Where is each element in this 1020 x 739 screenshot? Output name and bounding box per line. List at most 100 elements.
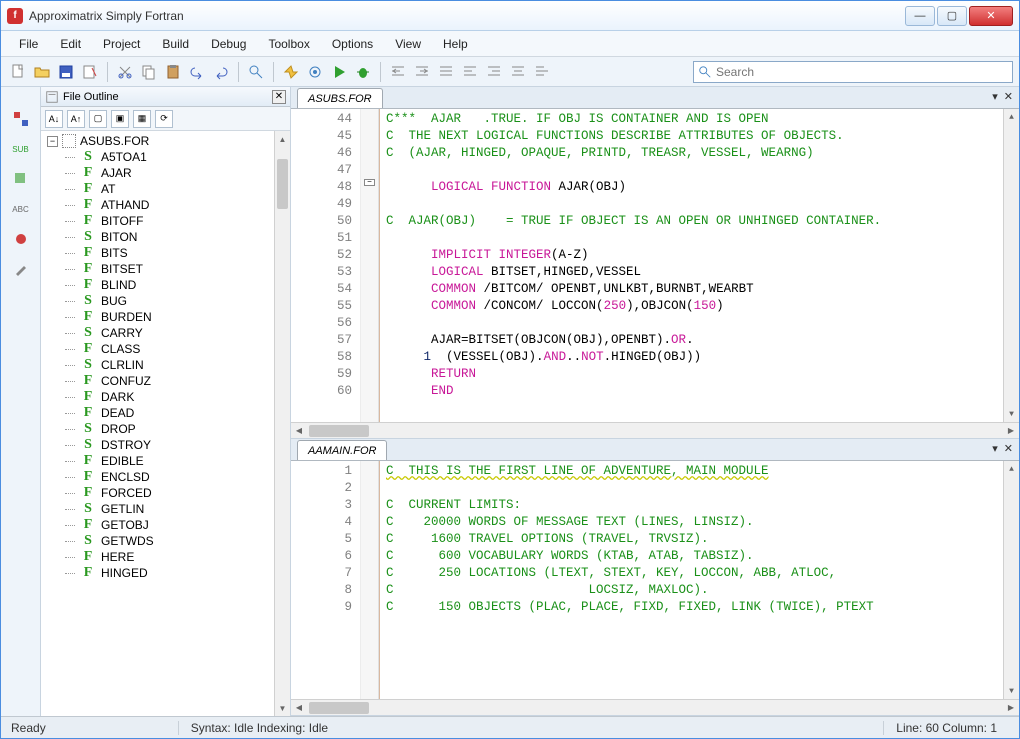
editor-hscroll[interactable]: ◀▶ — [291, 422, 1019, 438]
tree-item[interactable]: FATHAND — [41, 197, 290, 213]
find-button[interactable] — [245, 61, 267, 83]
subroutine-icon: S — [81, 358, 95, 372]
tree-item[interactable]: FCLASS — [41, 341, 290, 357]
menu-help[interactable]: Help — [433, 34, 478, 54]
tree-item[interactable]: FDARK — [41, 389, 290, 405]
format-2-button[interactable] — [459, 61, 481, 83]
new-file-button[interactable] — [7, 61, 29, 83]
menu-project[interactable]: Project — [93, 34, 150, 54]
menu-edit[interactable]: Edit — [50, 34, 91, 54]
tab-aamain[interactable]: AAMAIN.FOR — [297, 440, 387, 460]
rail-breakpoint-icon[interactable] — [11, 229, 31, 249]
tree-item[interactable]: SDROP — [41, 421, 290, 437]
rail-puzzle-icon[interactable] — [11, 169, 31, 189]
run-button[interactable] — [328, 61, 350, 83]
tab-close-icon[interactable]: ✕ — [1004, 442, 1013, 455]
maximize-button[interactable]: ▢ — [937, 6, 967, 26]
redo-button[interactable] — [210, 61, 232, 83]
clean-button[interactable] — [280, 61, 302, 83]
tree-item[interactable]: FBITSET — [41, 261, 290, 277]
search-box[interactable] — [693, 61, 1013, 83]
tree-root[interactable]: − ASUBS.FOR — [41, 133, 290, 149]
status-position: Line: 60 Column: 1 — [883, 721, 1009, 735]
tree-item[interactable]: SBITON — [41, 229, 290, 245]
function-icon: F — [81, 166, 95, 180]
editor-hscroll[interactable]: ◀▶ — [291, 699, 1019, 715]
format-3-button[interactable] — [483, 61, 505, 83]
statusbar: Ready Syntax: Idle Indexing: Idle Line: … — [1, 716, 1019, 738]
outline-sort-az-button[interactable]: A↓ — [45, 110, 63, 128]
tree-item[interactable]: FENCLSD — [41, 469, 290, 485]
tree-item[interactable]: SDSTROY — [41, 437, 290, 453]
rail-pencil-icon[interactable] — [11, 259, 31, 279]
tree-item[interactable]: FHERE — [41, 549, 290, 565]
indent-left-button[interactable] — [387, 61, 409, 83]
menu-file[interactable]: File — [9, 34, 48, 54]
tab-close-icon[interactable]: ✕ — [1004, 90, 1013, 103]
code-editor-top[interactable]: 4445464748495051525354555657585960 − C**… — [291, 109, 1019, 422]
tab-dropdown-icon[interactable]: ▾ — [992, 90, 998, 103]
outline-scrollbar[interactable]: ▲▼ — [274, 131, 290, 716]
paste-button[interactable] — [162, 61, 184, 83]
outline-sort-za-button[interactable]: A↑ — [67, 110, 85, 128]
menu-options[interactable]: Options — [322, 34, 383, 54]
code-text[interactable]: C THIS IS THE FIRST LINE OF ADVENTURE, M… — [379, 461, 1003, 699]
fold-column[interactable]: − — [361, 109, 379, 422]
outline-expand-button[interactable]: ▢ — [89, 110, 107, 128]
save-all-button[interactable] — [79, 61, 101, 83]
debug-button[interactable] — [352, 61, 374, 83]
tree-item[interactable]: FGETOBJ — [41, 517, 290, 533]
tree-item[interactable]: FBURDEN — [41, 309, 290, 325]
tree-item[interactable]: FBITS — [41, 245, 290, 261]
outline-tree[interactable]: − ASUBS.FOR SA5TOA1FAJARFATFATHANDFBITOF… — [41, 131, 290, 716]
indent-right-button[interactable] — [411, 61, 433, 83]
tree-item[interactable]: SGETLIN — [41, 501, 290, 517]
outline-close-button[interactable]: ✕ — [272, 90, 286, 104]
editor-vscroll[interactable]: ▲▼ — [1003, 461, 1019, 699]
code-editor-bottom[interactable]: 123456789 C THIS IS THE FIRST LINE OF AD… — [291, 461, 1019, 699]
tree-item[interactable]: SCLRLIN — [41, 357, 290, 373]
close-button[interactable]: ✕ — [969, 6, 1013, 26]
open-button[interactable] — [31, 61, 53, 83]
outline-filter-button[interactable]: ▦ — [133, 110, 151, 128]
outline-refresh-button[interactable]: ⟳ — [155, 110, 173, 128]
tree-item[interactable]: FEDIBLE — [41, 453, 290, 469]
tab-asubs[interactable]: ASUBS.FOR — [297, 88, 383, 108]
tree-item[interactable]: FHINGED — [41, 565, 290, 581]
outline-collapse-button[interactable]: ▣ — [111, 110, 129, 128]
function-icon: F — [81, 278, 95, 292]
copy-button[interactable] — [138, 61, 160, 83]
fold-column[interactable] — [361, 461, 379, 699]
tab-dropdown-icon[interactable]: ▾ — [992, 442, 998, 455]
tree-item[interactable]: SBUG — [41, 293, 290, 309]
tree-item[interactable]: SA5TOA1 — [41, 149, 290, 165]
tree-item[interactable]: FDEAD — [41, 405, 290, 421]
tree-item[interactable]: FFORCED — [41, 485, 290, 501]
menu-build[interactable]: Build — [152, 34, 199, 54]
tree-item[interactable]: SGETWDS — [41, 533, 290, 549]
rail-abc-icon[interactable]: ABC — [11, 199, 31, 219]
menu-toolbox[interactable]: Toolbox — [258, 34, 319, 54]
format-1-button[interactable] — [435, 61, 457, 83]
editor-vscroll[interactable]: ▲▼ — [1003, 109, 1019, 422]
format-5-button[interactable] — [531, 61, 553, 83]
tree-item[interactable]: FBITOFF — [41, 213, 290, 229]
undo-button[interactable] — [186, 61, 208, 83]
rail-sub-icon[interactable]: SUB — [11, 139, 31, 159]
tree-item[interactable]: FAT — [41, 181, 290, 197]
menu-view[interactable]: View — [385, 34, 431, 54]
code-text[interactable]: C*** AJAR .TRUE. IF OBJ IS CONTAINER AND… — [379, 109, 1003, 422]
tree-item[interactable]: FAJAR — [41, 165, 290, 181]
format-4-button[interactable] — [507, 61, 529, 83]
build-button[interactable] — [304, 61, 326, 83]
tree-item[interactable]: FBLIND — [41, 277, 290, 293]
tree-item[interactable]: FCONFUZ — [41, 373, 290, 389]
search-input[interactable] — [712, 65, 1008, 79]
tree-item[interactable]: SCARRY — [41, 325, 290, 341]
save-button[interactable] — [55, 61, 77, 83]
rail-modules-icon[interactable] — [11, 109, 31, 129]
tree-collapse-icon[interactable]: − — [47, 136, 58, 147]
minimize-button[interactable]: — — [905, 6, 935, 26]
menu-debug[interactable]: Debug — [201, 34, 256, 54]
cut-button[interactable] — [114, 61, 136, 83]
